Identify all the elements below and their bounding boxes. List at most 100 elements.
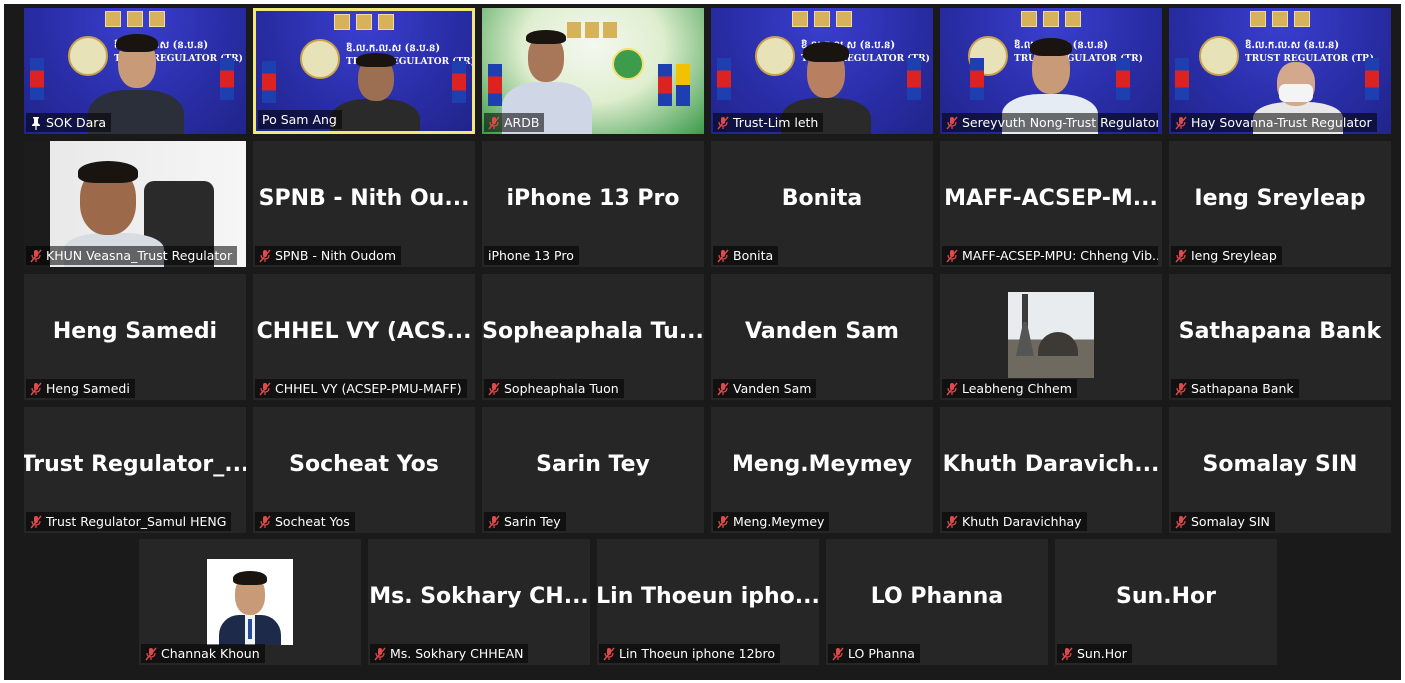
participant-tile-trust-regulator-samul-heng[interactable]: Trust Regulator_... Trust Regulator_Samu… [24,407,246,533]
participant-name-label: iPhone 13 Pro [484,246,579,265]
participant-name-label: MAFF-ACSEP-MPU: Chheng Vib... [942,246,1158,265]
mic-muted-icon [717,382,729,395]
participant-tile-sokhary-chhean[interactable]: Ms. Sokhary CH... Ms. Sokhary CHHEAN [368,539,590,665]
mic-muted-icon [259,249,271,262]
mic-muted-icon [1175,515,1187,528]
avatar [1008,292,1094,378]
mic-muted-icon [946,249,958,262]
mic-muted-icon [374,647,386,660]
mic-muted-icon [717,515,729,528]
mic-muted-icon [259,382,271,395]
participant-tile-khuth-daravichhay[interactable]: Khuth Daravich... Khuth Daravichhay [940,407,1162,533]
participant-display-name: Sarin Tey [536,451,650,477]
participant-display-name: Khuth Daravich... [942,451,1160,477]
mic-muted-icon [946,116,958,129]
participant-display-name: Ieng Sreyleap [1194,185,1366,211]
mic-muted-icon [1061,647,1073,660]
participant-tile-hay-sovanna[interactable]: ឱ.ល.ក.ល.ស (ន.ប.ន) TRUST REGULATOR (TR) H… [1169,8,1391,134]
participant-name-label: Heng Samedi [26,379,135,398]
participant-display-name: iPhone 13 Pro [506,185,680,211]
participant-name-label: Channak Khoun [141,644,265,663]
participant-tile-khun-veasna[interactable]: KHUN Veasna_Trust Regulator [24,141,246,267]
participant-name-label: Khuth Daravichhay [942,512,1087,531]
mic-muted-icon [1175,249,1187,262]
participant-display-name: Vanden Sam [745,318,899,344]
participant-display-name: Socheat Yos [289,451,439,477]
pin-icon [32,116,40,130]
participant-tile-sereyvuth-nong[interactable]: ឱ.ល.ក.ល.ស (ន.ប.ន) TRUST REGULATOR (TR) S… [940,8,1162,134]
participant-tile-ieng-sreyleap[interactable]: Ieng Sreyleap Ieng Sreyleap [1169,141,1391,267]
participant-tile-leabheng-chhem[interactable]: Leabheng Chhem [940,274,1162,400]
participant-name-label: Lin Thoeun iphone 12bro [599,644,780,663]
mic-muted-icon [259,515,271,528]
participant-tile-iphone-13-pro[interactable]: iPhone 13 Pro iPhone 13 Pro [482,141,704,267]
participant-name-label: Trust Regulator_Samul HENG [26,512,232,531]
participant-display-name: Sathapana Bank [1178,318,1382,344]
mic-muted-icon [145,647,157,660]
participant-display-name: Sopheaphala Tu... [482,318,704,344]
mic-muted-icon [946,515,958,528]
participant-tile-sok-dara[interactable]: ឱ.ល.ក.ល.ស (ន.ប.ន) TRUST REGULATOR (TR) S… [24,8,246,134]
mic-muted-icon [1175,382,1187,395]
participant-tile-socheat-yos[interactable]: Socheat Yos Socheat Yos [253,407,475,533]
participant-display-name: CHHEL VY (ACS... [256,318,472,344]
participant-tile-sathapana-bank[interactable]: Sathapana Bank Sathapana Bank [1169,274,1391,400]
participant-name-label: KHUN Veasna_Trust Regulator [26,246,238,265]
participant-display-name: Lin Thoeun ipho... [597,583,819,609]
participant-display-name: LO Phanna [870,583,1004,609]
participant-tile-chhel-vy[interactable]: CHHEL VY (ACS... CHHEL VY (ACSEP-PMU-MAF… [253,274,475,400]
mic-muted-icon [603,647,615,660]
participant-name-label: Trust-Lim leth [713,113,824,132]
participant-display-name: Somalay SIN [1202,451,1358,477]
mic-muted-icon [488,382,500,395]
mic-muted-icon [30,515,42,528]
participant-name-label: SPNB - Nith Oudom [255,246,401,265]
participant-name-label: Somalay SIN [1171,512,1275,531]
participant-tile-somalay-sin[interactable]: Somalay SIN Somalay SIN [1169,407,1391,533]
participant-name-label: Bonita [713,246,779,265]
participant-name-label: ARDB [484,113,545,132]
participant-name-label: Hay Sovanna-Trust Regulator [1171,113,1377,132]
participant-tile-bonita[interactable]: Bonita Bonita [711,141,933,267]
participant-display-name: Heng Samedi [52,318,218,344]
mic-muted-icon [717,249,729,262]
participant-display-name: Sun.Hor [1116,583,1216,609]
participant-tile-lo-phanna[interactable]: LO Phanna LO Phanna [826,539,1048,665]
participant-tile-lin-thoeun[interactable]: Lin Thoeun ipho... Lin Thoeun iphone 12b… [597,539,819,665]
participant-tile-maff-acsep-mpu[interactable]: MAFF-ACSEP-M... MAFF-ACSEP-MPU: Chheng V… [940,141,1162,267]
mic-muted-icon [30,249,42,262]
participant-tile-sun-hor[interactable]: Sun.Hor Sun.Hor [1055,539,1277,665]
participant-name-label: CHHEL VY (ACSEP-PMU-MAFF) [255,379,467,398]
participant-display-name: MAFF-ACSEP-M... [944,185,1158,211]
participant-tile-ardb[interactable]: ARDB [482,8,704,134]
participant-tile-po-sam-ang[interactable]: ឱ.ល.ក.ល.ស (ន.ប.ន) TRUST REGULATOR (TR) P… [253,8,475,134]
mic-muted-icon [832,647,844,660]
participant-name-label: LO Phanna [828,644,920,663]
participant-name-label: Leabheng Chhem [942,379,1077,398]
participant-tile-trust-lim-leth[interactable]: ឱ.ល.ក.ល.ស (ន.ប.ន) TRUST REGULATOR (TR) T… [711,8,933,134]
mic-muted-icon [946,382,958,395]
participant-display-name: Bonita [781,185,863,211]
participant-tile-channak-khoun[interactable]: Channak Khoun [139,539,361,665]
participant-name-label: Po Sam Ang [258,110,342,129]
mic-muted-icon [30,382,42,395]
mic-muted-icon [717,116,729,129]
mic-muted-icon [1175,116,1187,129]
participant-name-label: Sun.Hor [1057,644,1132,663]
participant-name-label: Ms. Sokhary CHHEAN [370,644,529,663]
participant-display-name: Meng.Meymey [732,451,912,477]
participant-tile-sopheaphala-tuon[interactable]: Sopheaphala Tu... Sopheaphala Tuon [482,274,704,400]
participant-name-label: Sathapana Bank [1171,379,1299,398]
participant-tile-heng-samedi[interactable]: Heng Samedi Heng Samedi [24,274,246,400]
participant-name-label: Vanden Sam [713,379,817,398]
participant-name-label: SOK Dara [26,113,112,132]
participant-name-label: Meng.Meymey [713,512,830,531]
participant-tile-spnb-nith-oudom[interactable]: SPNB - Nith Ou... SPNB - Nith Oudom [253,141,475,267]
participant-tile-vanden-sam[interactable]: Vanden Sam Vanden Sam [711,274,933,400]
participant-tile-sarin-tey[interactable]: Sarin Tey Sarin Tey [482,407,704,533]
participant-name-label: Sarin Tey [484,512,566,531]
participant-display-name: SPNB - Nith Ou... [258,185,470,211]
participant-tile-meng-meymey[interactable]: Meng.Meymey Meng.Meymey [711,407,933,533]
participant-display-name: Ms. Sokhary CH... [369,583,589,609]
mic-muted-icon [488,515,500,528]
